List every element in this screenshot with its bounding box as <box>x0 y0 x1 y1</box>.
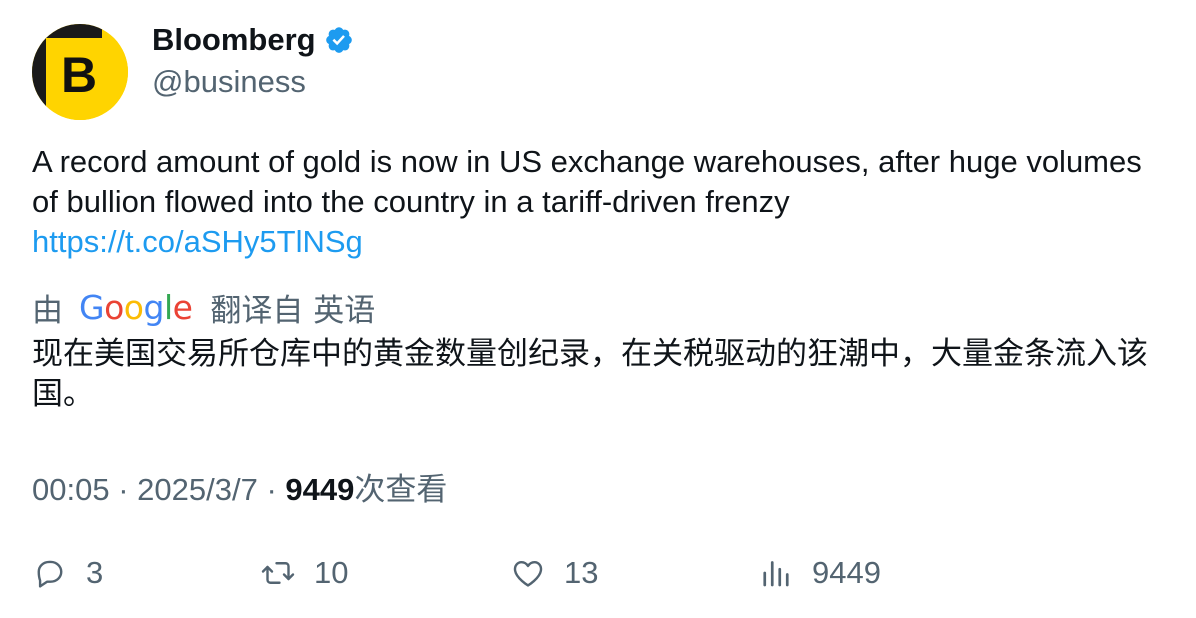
translation-suffix: 翻译自 英语 <box>210 292 376 329</box>
retweet-count: 10 <box>314 555 349 590</box>
author-handle[interactable]: @business <box>152 64 306 100</box>
views-button[interactable]: 9449 <box>758 550 881 596</box>
tweet-time[interactable]: 00:05 <box>32 472 110 507</box>
avatar-letter: B <box>61 47 97 103</box>
like-count: 13 <box>564 555 599 590</box>
google-logo-icon: Google <box>79 287 193 327</box>
meta-separator: · <box>266 472 277 507</box>
tweet-text: A record amount of gold is now in US exc… <box>32 142 1162 262</box>
tweet-link[interactable]: https://t.co/aSHy5TlNSg <box>32 222 363 262</box>
like-button[interactable]: 13 <box>510 550 598 596</box>
author-name-row[interactable]: Bloomberg <box>152 22 354 58</box>
views-label: 次查看 <box>354 472 448 508</box>
translation-prefix: 由 <box>32 292 63 329</box>
avatar[interactable]: B <box>32 24 128 120</box>
retweet-button[interactable]: 10 <box>260 550 348 596</box>
tweet-body: A record amount of gold is now in US exc… <box>32 144 1142 219</box>
reply-icon <box>32 555 68 591</box>
reply-button[interactable]: 3 <box>32 550 103 596</box>
views-action-count: 9449 <box>812 555 881 590</box>
bloomberg-logo-icon: B <box>32 24 128 120</box>
views-count: 9449 <box>285 472 355 507</box>
heart-icon <box>510 555 546 591</box>
meta-separator: · <box>118 472 129 507</box>
author-display-name[interactable]: Bloomberg <box>152 22 316 58</box>
verified-badge-icon <box>324 25 354 55</box>
translated-tweet-text: 现在美国交易所仓库中的黄金数量创纪录，在关税驱动的狂潮中，大量金条流入该国。 <box>32 336 1148 412</box>
tweet-date[interactable]: 2025/3/7 <box>137 472 258 507</box>
translation-attribution[interactable]: 由 Google 翻译自 英语 <box>32 286 376 329</box>
reply-count: 3 <box>86 555 104 590</box>
analytics-icon <box>758 555 794 591</box>
tweet-meta: 00:05 · 2025/3/7 · 9449次查看 <box>32 464 447 509</box>
retweet-icon <box>260 555 296 591</box>
